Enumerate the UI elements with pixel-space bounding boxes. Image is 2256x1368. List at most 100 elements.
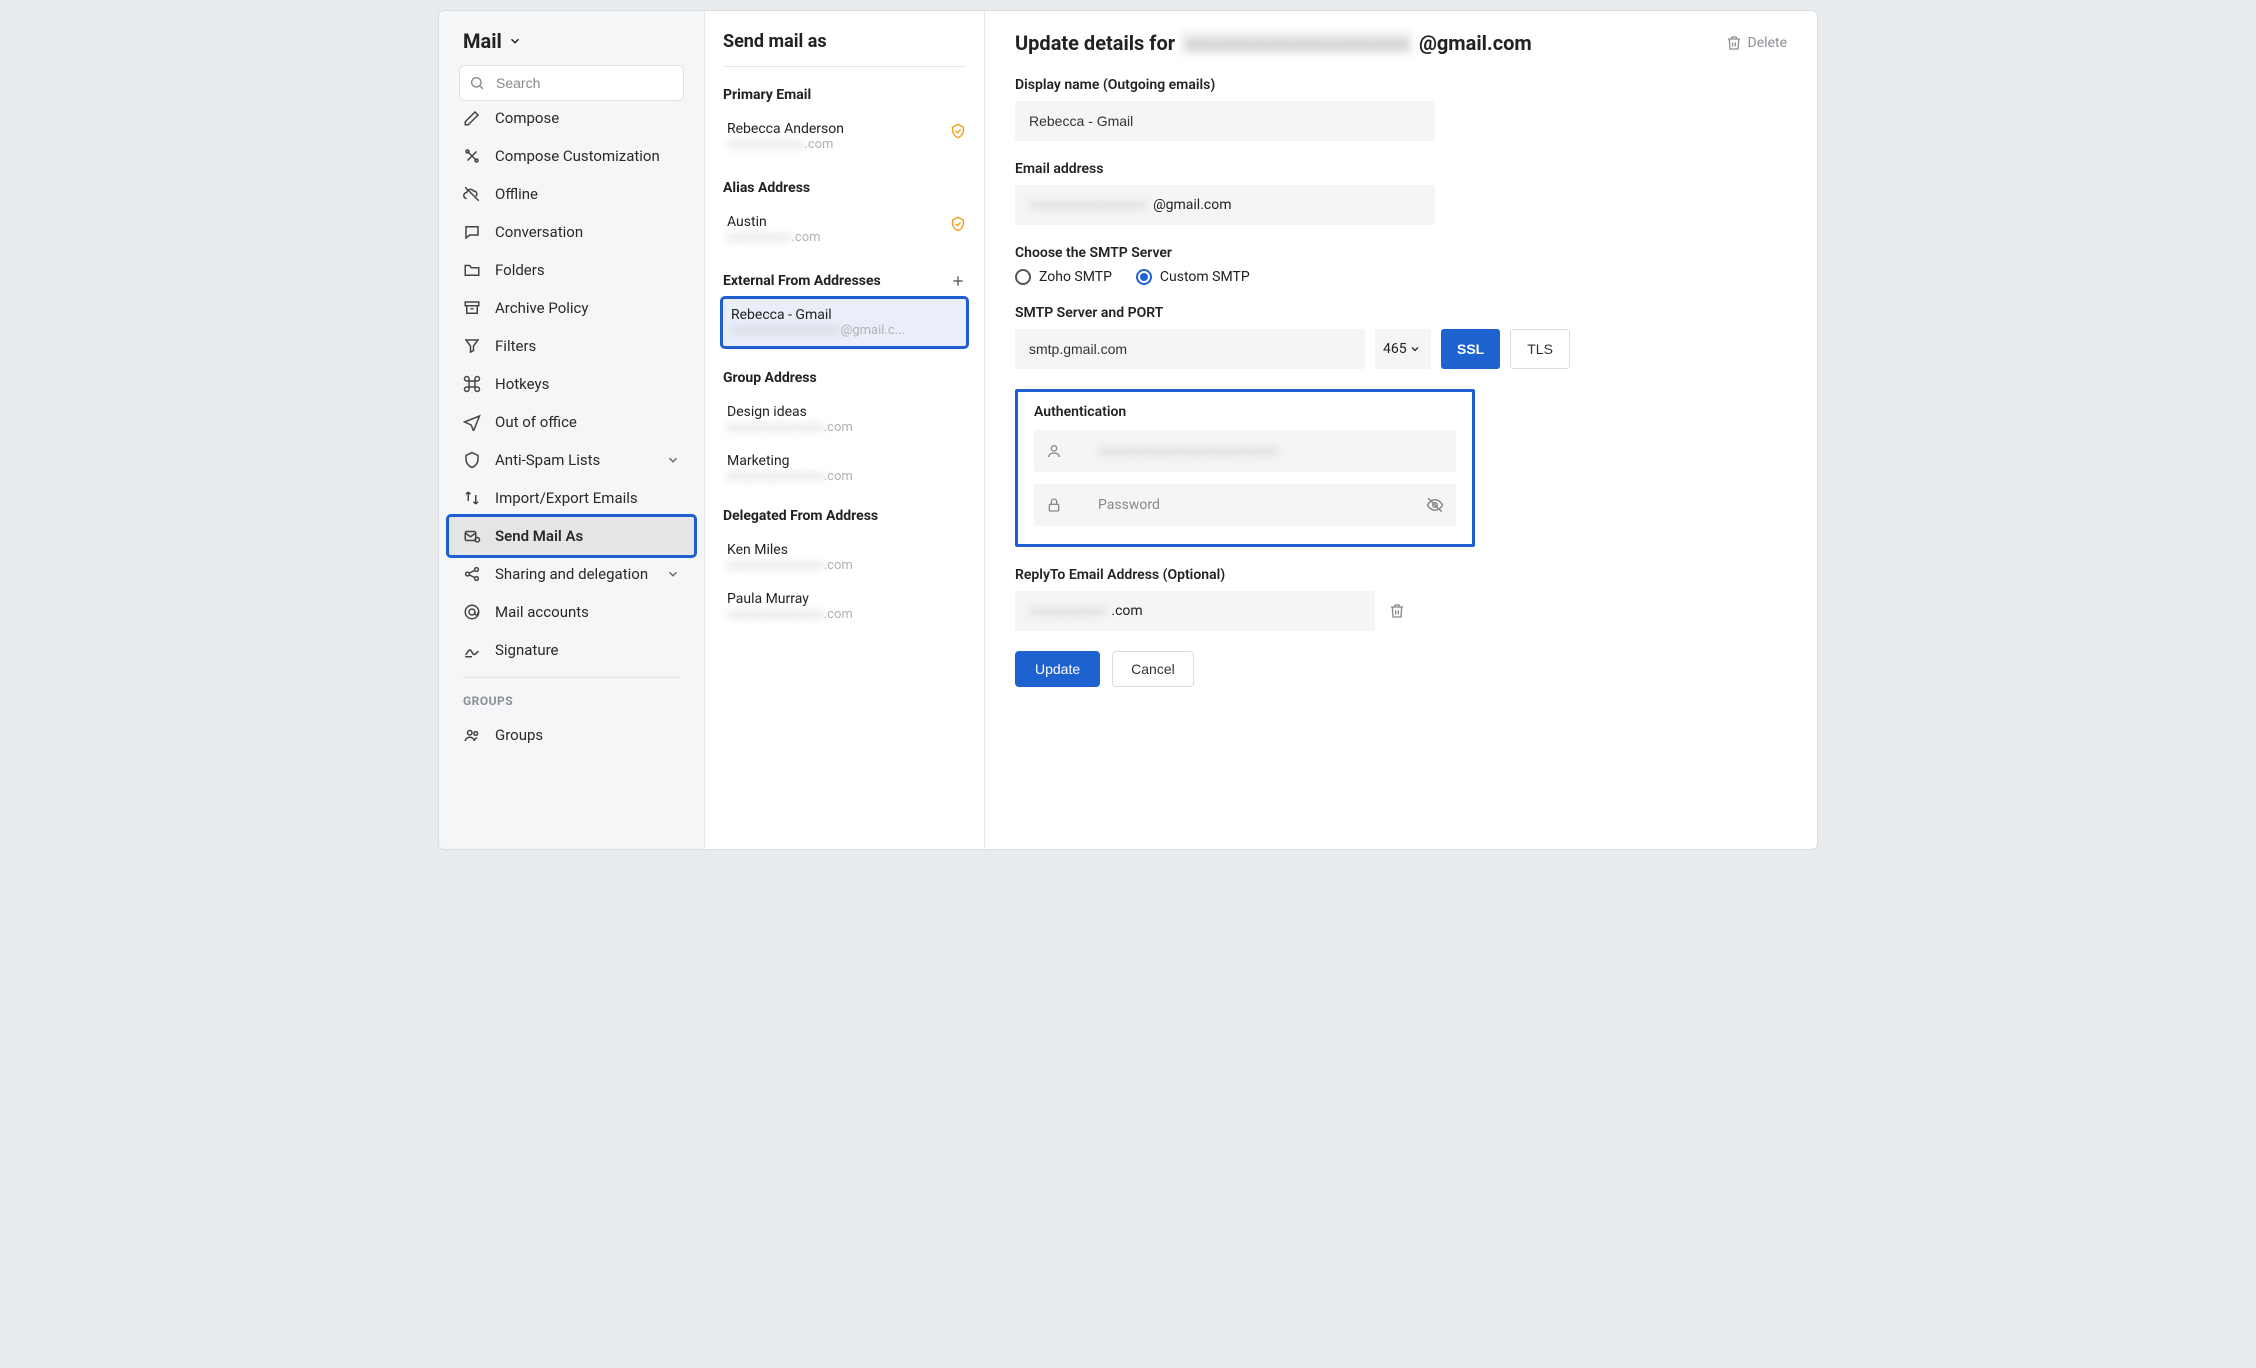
search-wrap bbox=[439, 65, 704, 111]
entry-email: xxxxxxxxxxxxxxx.com bbox=[727, 420, 962, 435]
nav-item-label: Sharing and delegation bbox=[495, 565, 648, 583]
replyto-input[interactable]: xxxxxxxxxxx.com bbox=[1015, 591, 1375, 631]
entry-email: xxxxxxxxxxxxxxx.com bbox=[727, 607, 962, 622]
nav-item-label: Anti-Spam Lists bbox=[495, 451, 600, 469]
nav-item-groups[interactable]: Groups bbox=[449, 716, 694, 754]
nav-item-compose[interactable]: Compose bbox=[449, 111, 694, 137]
entry-email: xxxxxxxxxxxxxxx.com bbox=[727, 558, 962, 573]
email-address-input[interactable]: xxxxxxxxxxxxxxxxx@gmail.com bbox=[1015, 185, 1435, 225]
list-entry[interactable]: Marketingxxxxxxxxxxxxxxx.com bbox=[723, 445, 966, 494]
list-entry[interactable]: Ken Milesxxxxxxxxxxxxxxx.com bbox=[723, 534, 966, 583]
trash-icon[interactable] bbox=[1389, 603, 1405, 619]
nav-item-offline[interactable]: Offline bbox=[449, 175, 694, 213]
nav-item-label: Groups bbox=[495, 726, 543, 744]
nav-item-mail-accounts[interactable]: Mail accounts bbox=[449, 593, 694, 631]
middle-panel: Send mail as Primary Email Rebecca Ander… bbox=[705, 11, 985, 849]
nav-item-conversation[interactable]: Conversation bbox=[449, 213, 694, 251]
nav-item-label: Conversation bbox=[495, 223, 583, 241]
search-input[interactable] bbox=[459, 65, 684, 101]
zoho-smtp-radio[interactable]: Zoho SMTP bbox=[1015, 269, 1112, 285]
tools-icon bbox=[463, 147, 481, 165]
app-title-text: Mail bbox=[463, 29, 502, 53]
external-from-label: External From Addresses bbox=[723, 273, 966, 289]
shield-icon bbox=[463, 451, 481, 469]
nav-item-label: Offline bbox=[495, 185, 538, 203]
plane-icon bbox=[463, 413, 481, 431]
nav-item-sharing-and-delegation[interactable]: Sharing and delegation bbox=[449, 555, 694, 593]
cancel-button[interactable]: Cancel bbox=[1112, 651, 1194, 687]
nav-item-import-export-emails[interactable]: Import/Export Emails bbox=[449, 479, 694, 517]
verified-shield-icon bbox=[950, 216, 966, 232]
nav-item-label: Hotkeys bbox=[495, 375, 549, 393]
list-entry[interactable]: Design ideasxxxxxxxxxxxxxxx.com bbox=[723, 396, 966, 445]
radio-icon bbox=[1015, 269, 1031, 285]
primary-email-label: Primary Email bbox=[723, 87, 966, 103]
verified-shield-icon bbox=[950, 123, 966, 139]
nav-item-label: Signature bbox=[495, 641, 559, 659]
entry-email: xxxxxxxxxx.com bbox=[727, 230, 962, 245]
middle-title: Send mail as bbox=[723, 31, 966, 52]
nav-item-archive-policy[interactable]: Archive Policy bbox=[449, 289, 694, 327]
tls-button[interactable]: TLS bbox=[1510, 329, 1570, 369]
sign-icon bbox=[463, 641, 481, 659]
add-external-icon[interactable] bbox=[950, 273, 966, 289]
app-title-dropdown[interactable]: Mail bbox=[463, 29, 680, 53]
display-name-input[interactable] bbox=[1015, 101, 1435, 141]
smtp-server-label: SMTP Server and PORT bbox=[1015, 305, 1787, 321]
nav-item-out-of-office[interactable]: Out of office bbox=[449, 403, 694, 441]
choose-smtp-label: Choose the SMTP Server bbox=[1015, 245, 1787, 261]
alias-address-label: Alias Address bbox=[723, 180, 966, 196]
updown-icon bbox=[463, 489, 481, 507]
update-button[interactable]: Update bbox=[1015, 651, 1100, 687]
nav-item-signature[interactable]: Signature bbox=[449, 631, 694, 669]
sendas-icon bbox=[463, 527, 481, 545]
funnel-icon bbox=[463, 337, 481, 355]
search-icon bbox=[469, 75, 485, 91]
entry-name: Rebecca - Gmail bbox=[731, 307, 958, 323]
nav-item-label: Archive Policy bbox=[495, 299, 589, 317]
nav-groups-heading: GROUPS bbox=[449, 686, 694, 716]
divider bbox=[723, 66, 966, 67]
delete-label: Delete bbox=[1748, 35, 1787, 51]
detail-pane: Update details for xxxxxxxxxxxxxxxxxxxxx… bbox=[985, 11, 1817, 849]
entry-name: Ken Miles bbox=[727, 542, 962, 558]
entry-email: xxxxxxxxxxxxxxxxx@gmail.c... bbox=[731, 323, 958, 338]
smtp-server-input[interactable] bbox=[1015, 329, 1365, 369]
chat-icon bbox=[463, 223, 481, 241]
sidebar: Mail ComposeCompose Customization Offline… bbox=[439, 11, 705, 849]
nav-item-compose-customization[interactable]: Compose Customization bbox=[449, 137, 694, 175]
primary-email-entry[interactable]: Rebecca Anderson xxxxxxxxxxxx.com bbox=[723, 113, 966, 162]
detail-title: Update details for xxxxxxxxxxxxxxxxxxxxx… bbox=[1015, 31, 1532, 55]
eye-off-icon[interactable] bbox=[1426, 496, 1444, 514]
lock-icon bbox=[1046, 497, 1062, 513]
custom-smtp-radio[interactable]: Custom SMTP bbox=[1136, 269, 1250, 285]
delete-button[interactable]: Delete bbox=[1726, 35, 1787, 51]
nav-item-hotkeys[interactable]: Hotkeys bbox=[449, 365, 694, 403]
at-icon bbox=[463, 603, 481, 621]
compose-icon bbox=[463, 111, 481, 127]
nav-item-label: Out of office bbox=[495, 413, 577, 431]
nav-item-folders[interactable]: Folders bbox=[449, 251, 694, 289]
ssl-button[interactable]: SSL bbox=[1441, 329, 1500, 369]
groups-icon bbox=[463, 726, 481, 744]
entry-name: Paula Murray bbox=[727, 591, 962, 607]
nav-item-filters[interactable]: Filters bbox=[449, 327, 694, 365]
share-icon bbox=[463, 565, 481, 583]
display-name-label: Display name (Outgoing emails) bbox=[1015, 77, 1787, 93]
auth-label: Authentication bbox=[1034, 404, 1456, 420]
auth-username-input[interactable]: xxxxxxxxxxxxxxxxxxxxxxxxxx bbox=[1034, 430, 1456, 472]
alias-entry[interactable]: Austin xxxxxxxxxx.com bbox=[723, 206, 966, 255]
external-entry[interactable]: Rebecca - Gmail xxxxxxxxxxxxxxxxx@gmail.… bbox=[723, 299, 966, 346]
nav-item-send-mail-as[interactable]: Send Mail As bbox=[449, 517, 694, 555]
email-address-label: Email address bbox=[1015, 161, 1787, 177]
auth-password-input[interactable]: Password bbox=[1034, 484, 1456, 526]
smtp-port-select[interactable]: 465 bbox=[1375, 329, 1431, 369]
list-entry[interactable]: Paula Murrayxxxxxxxxxxxxxxx.com bbox=[723, 583, 966, 632]
group-address-label: Group Address bbox=[723, 370, 966, 386]
entry-name: Rebecca Anderson bbox=[727, 121, 962, 137]
nav-item-label: Filters bbox=[495, 337, 536, 355]
nav-item-anti-spam-lists[interactable]: Anti-Spam Lists bbox=[449, 441, 694, 479]
entry-email: xxxxxxxxxxxxxxx.com bbox=[727, 469, 962, 484]
entry-name: Austin bbox=[727, 214, 962, 230]
chevron-down-icon bbox=[508, 34, 522, 48]
